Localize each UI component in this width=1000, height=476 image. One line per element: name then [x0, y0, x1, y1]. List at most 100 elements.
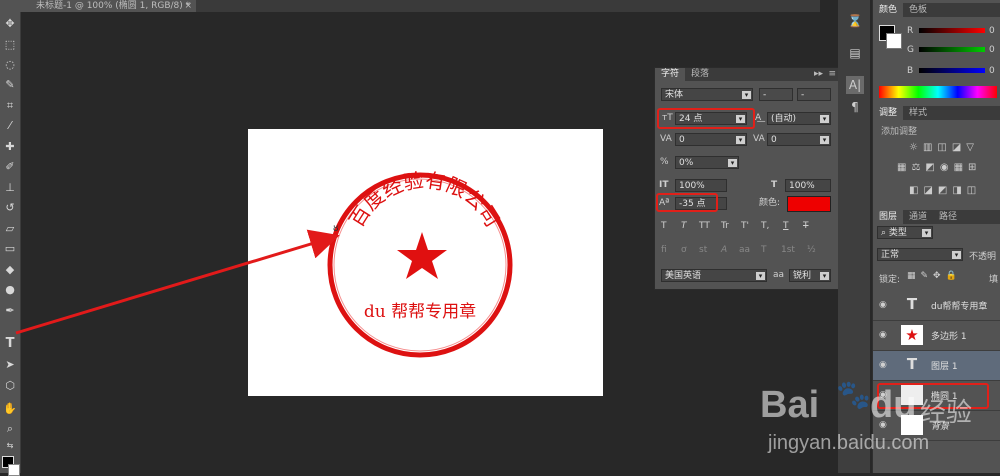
eye-icon[interactable]: ◉ — [879, 300, 889, 310]
blend-mode-select[interactable]: 正常 ▾ — [877, 248, 963, 261]
star-thumbnail-icon: ★ — [901, 325, 923, 345]
b-label: B — [907, 66, 914, 76]
scale-percent-field[interactable]: 0% ▾ — [675, 156, 739, 169]
chevron-down-icon: ▾ — [820, 136, 829, 144]
adjustment-icons-row-1[interactable]: ☼▥◫◪▽ — [909, 142, 999, 156]
adjust-panel-tabs: 调整 样式 — [873, 106, 1000, 120]
tsume-icon: % — [660, 157, 669, 167]
underline-button[interactable]: T — [783, 221, 789, 231]
chevron-down-icon: ▾ — [820, 272, 829, 280]
ligature-button[interactable]: fi — [661, 245, 667, 255]
strikethrough-button[interactable]: T — [803, 221, 809, 231]
r-value[interactable]: 0 — [989, 26, 995, 36]
tab-character[interactable]: 字符 — [655, 68, 686, 81]
lock-icons[interactable]: ▦✎✥🔒 — [907, 271, 962, 281]
eye-icon[interactable]: ◉ — [879, 330, 889, 340]
chevron-down-icon: ▾ — [952, 251, 961, 259]
font-style-select[interactable]: - — [759, 88, 793, 101]
paragraph-panel-icon[interactable]: ¶ — [846, 98, 864, 116]
all-caps-button[interactable]: TT — [699, 221, 710, 231]
character-panel-tabs: 字符 段落 ▸▸ ≡ — [655, 68, 839, 81]
tab-layers[interactable]: 图层 — [873, 210, 904, 224]
layer-row[interactable]: ◉ T 图层 1 — [873, 351, 1000, 381]
highlight-baseline-shift — [656, 193, 718, 212]
ordinals-button[interactable]: 1st — [781, 245, 795, 255]
tab-swatches[interactable]: 色板 — [903, 3, 933, 17]
paw-icon: 🐾 — [836, 378, 871, 411]
color-label: 颜色: — [759, 198, 781, 208]
leading-field[interactable]: (自动) ▾ — [767, 112, 831, 125]
titling-alternates-button[interactable]: T — [761, 245, 767, 255]
watermark-du: du — [870, 384, 917, 426]
watermark-brand: Bai — [760, 384, 820, 426]
chevron-down-icon: ▾ — [922, 229, 931, 237]
search-icon: ⌕ — [881, 228, 889, 238]
actions-icon[interactable]: ▤ — [846, 44, 864, 62]
opentype-buttons-row: fi ơ st A aa T 1st ½ — [661, 245, 831, 259]
faux-italic-button[interactable]: T — [681, 221, 687, 231]
tab-paths[interactable]: 路径 — [933, 210, 963, 224]
chevron-down-icon: ▾ — [736, 136, 745, 144]
r-label: R — [907, 26, 914, 36]
g-slider[interactable] — [919, 47, 985, 52]
color-panel-background[interactable] — [886, 33, 902, 49]
b-value[interactable]: 0 — [989, 66, 995, 76]
layer-row[interactable]: ◉ T du帮帮专用章 — [873, 291, 1000, 321]
subscript-button[interactable]: T, — [761, 221, 769, 231]
leading-icon: A͟ — [755, 113, 762, 123]
tab-paragraph[interactable]: 段落 — [685, 68, 715, 81]
language-select[interactable]: 美国英语 ▾ — [661, 269, 767, 282]
antialias-select[interactable]: 锐利 ▾ — [789, 269, 831, 282]
fill-label: 填 — [989, 275, 999, 285]
color-spectrum-bar[interactable] — [879, 86, 997, 98]
chevron-down-icon: ▾ — [756, 272, 765, 280]
tab-styles[interactable]: 样式 — [903, 106, 933, 120]
layer-filter-select[interactable]: ⌕ 类型 ▾ — [877, 226, 933, 239]
chevron-down-icon: ▾ — [728, 159, 737, 167]
font-style-select-secondary[interactable]: - — [797, 88, 831, 101]
kerning-field[interactable]: 0 ▾ — [675, 133, 747, 146]
antialias-icon: aa — [773, 270, 785, 280]
tab-adjustments[interactable]: 调整 — [873, 106, 904, 120]
character-panel: 字符 段落 ▸▸ ≡ 宋体 ▾ - - ᴛT 24 点 ▾ A͟ (自动) ▾ VA 0… — [654, 67, 840, 290]
highlight-font-size — [657, 108, 755, 129]
watermark-url: jingyan.baidu.com — [768, 432, 930, 454]
tracking-field[interactable]: 0 ▾ — [767, 133, 831, 146]
tab-channels[interactable]: 通道 — [903, 210, 933, 224]
chevron-down-icon: ▾ — [742, 91, 751, 99]
small-caps-button[interactable]: Tr — [721, 221, 729, 231]
g-value[interactable]: 0 — [989, 45, 995, 55]
old-style-button[interactable]: ơ — [681, 245, 687, 255]
panel-menu-icon[interactable]: ≡ — [828, 68, 836, 81]
lock-label: 锁定: — [879, 275, 901, 285]
vertical-scale-icon: IT — [659, 180, 669, 190]
color-panel-tabs: 颜色 色板 — [873, 3, 1000, 17]
character-panel-icon[interactable]: A| — [846, 76, 864, 94]
layers-panel-tabs: 图层 通道 路径 — [873, 210, 1000, 224]
text-color-swatch[interactable] — [787, 196, 831, 212]
superscript-button[interactable]: T' — [741, 221, 749, 231]
font-family-select[interactable]: 宋体 ▾ — [661, 88, 753, 101]
eye-icon[interactable]: ◉ — [879, 360, 889, 370]
discretionary-ligature-button[interactable]: st — [699, 245, 707, 255]
faux-bold-button[interactable]: T — [661, 221, 667, 231]
g-label: G — [907, 45, 914, 55]
fractions-button[interactable]: ½ — [807, 245, 816, 255]
add-adjustment-label: 添加调整 — [881, 127, 918, 137]
vertical-scale-field[interactable]: 100% — [675, 179, 727, 192]
tab-color[interactable]: 颜色 — [873, 3, 904, 17]
horizontal-scale-field[interactable]: 100% — [785, 179, 831, 192]
adjustment-icons-row-2[interactable]: ▦⚖◩◉▦⊞ — [897, 162, 999, 176]
b-slider[interactable] — [919, 68, 985, 73]
layer-row[interactable]: ◉ ★ 多边形 1 — [873, 321, 1000, 351]
text-layer-icon: T — [906, 355, 918, 373]
watermark-suffix: 经验 — [920, 398, 973, 428]
swash-button[interactable]: A — [721, 245, 727, 255]
tracking-icon: VA — [753, 134, 765, 144]
opacity-label: 不透明 — [969, 252, 997, 262]
adjustment-icons-row-3[interactable]: ◧◪◩◨◫ — [909, 185, 999, 199]
panel-collapse-icon[interactable]: ▸▸ — [814, 68, 823, 81]
r-slider[interactable] — [919, 28, 985, 33]
history-icon[interactable]: ⌛ — [846, 12, 864, 30]
stylistic-alternates-button[interactable]: aa — [739, 245, 750, 255]
